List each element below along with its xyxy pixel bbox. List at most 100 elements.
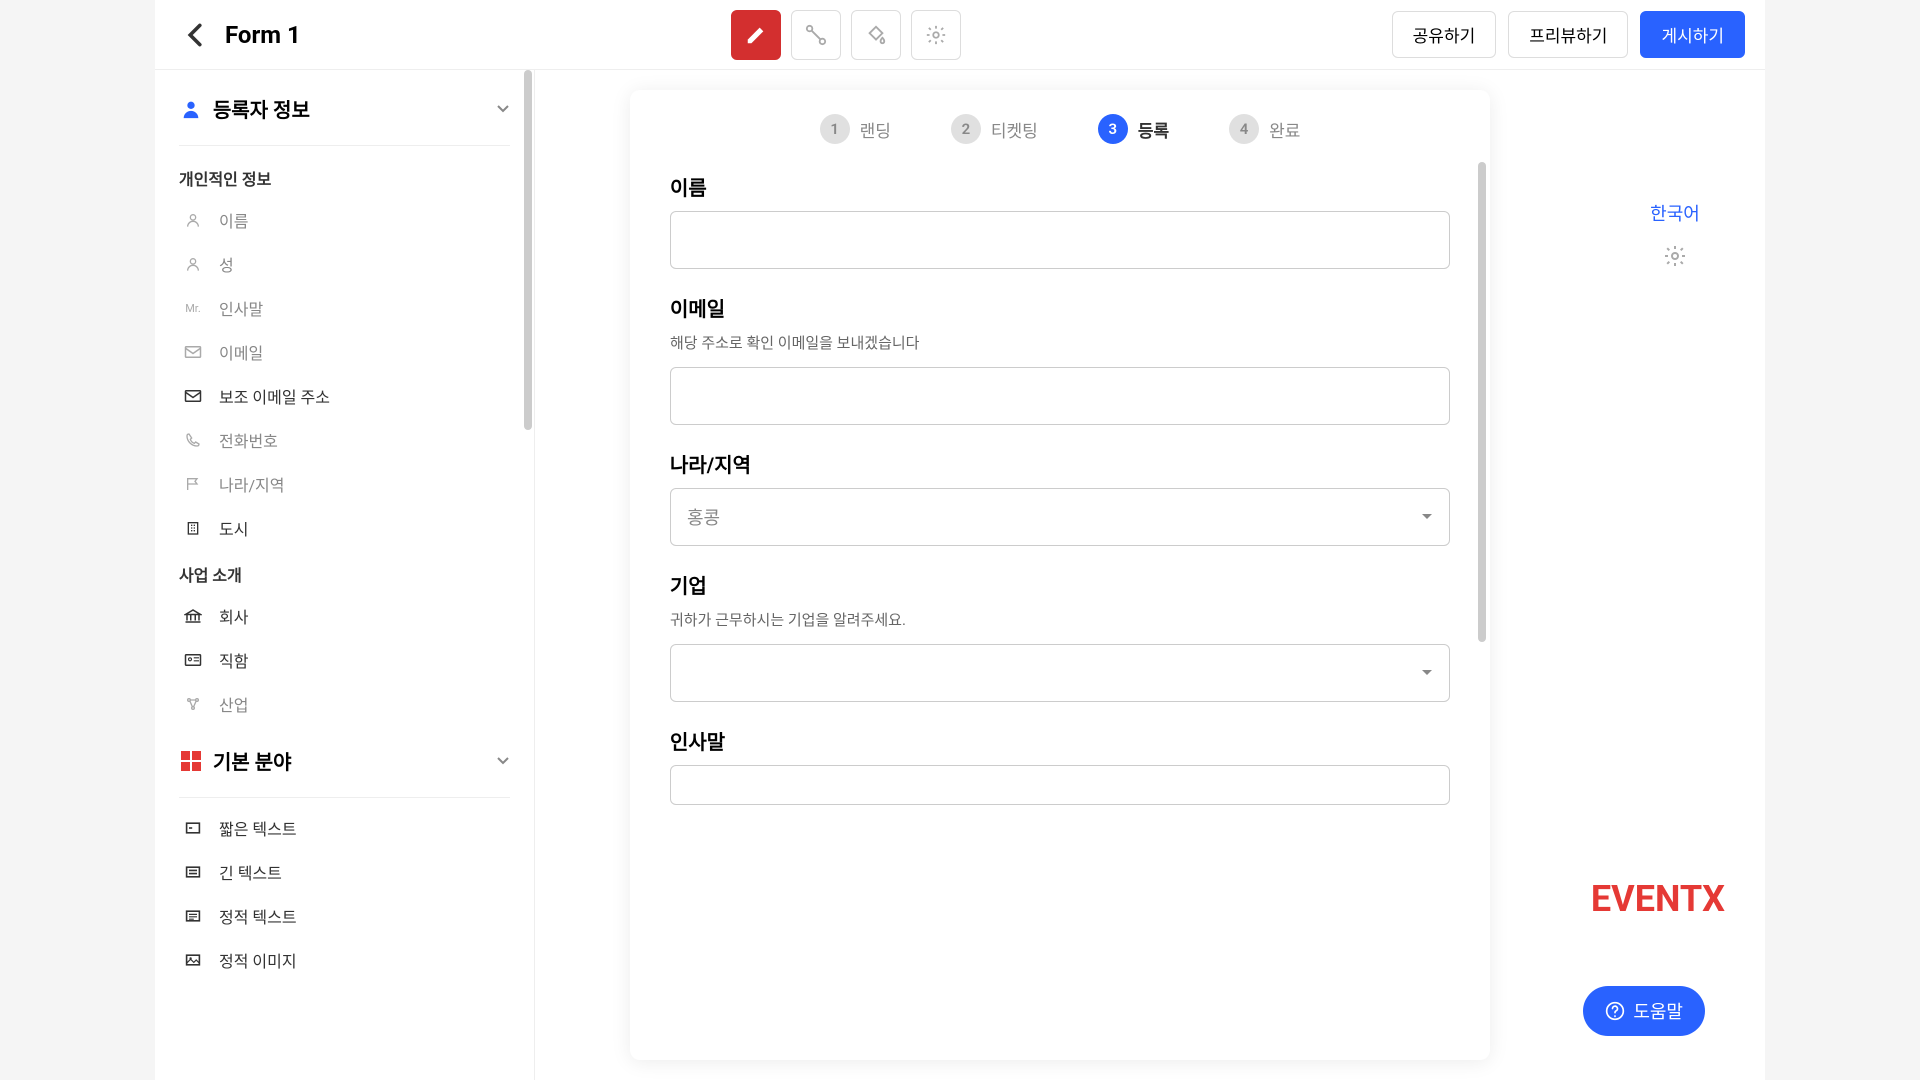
tool-settings-button[interactable] [911,10,961,60]
step-landing[interactable]: 1 랜딩 [820,114,891,144]
salutation-label: 인사말 [670,726,1450,755]
phone-icon [179,432,207,448]
sidebar-item-long-text[interactable]: 긴 텍스트 [155,850,534,894]
field-label: 보조 이메일 주소 [219,384,330,408]
static-text-icon [179,909,207,923]
long-text-icon [179,865,207,879]
person-outline-icon [179,256,207,272]
help-button[interactable]: 도움말 [1583,986,1705,1036]
step-label: 랜딩 [860,117,891,142]
step-ticketing[interactable]: 2 티켓팅 [951,114,1038,144]
step-label: 등록 [1138,117,1169,142]
email-label: 이메일 [670,293,1450,322]
name-label: 이름 [670,172,1450,201]
caret-down-icon [1421,669,1433,677]
header: Form 1 공유하기 프리뷰하기 게시하기 [155,0,1765,70]
sidebar-scrollbar[interactable] [524,70,532,430]
paint-icon [865,24,887,46]
publish-button[interactable]: 게시하기 [1640,11,1745,58]
sidebar-item-static-text[interactable]: 정적 텍스트 [155,894,534,938]
building-icon [179,520,207,536]
share-button[interactable]: 공유하기 [1392,11,1497,58]
field-label: 성 [219,252,234,276]
right-rail: 한국어 [1585,70,1765,1080]
sidebar-item-first-name[interactable]: 이름 [155,198,534,242]
sidebar-item-salutation[interactable]: Mr. 인사말 [155,286,534,330]
help-label: 도움말 [1633,998,1683,1024]
sidebar-item-static-image[interactable]: 정적 이미지 [155,938,534,982]
field-group-email: 이메일 해당 주소로 확인 이메일을 보내겠습니다 [670,293,1450,425]
field-label: 이름 [219,208,248,232]
field-group-company: 기업 귀하가 근무하시는 기업을 알려주세요. [670,570,1450,702]
tool-flow-button[interactable] [791,10,841,60]
sidebar-item-phone[interactable]: 전화번호 [155,418,534,462]
sidebar-item-secondary-email[interactable]: 보조 이메일 주소 [155,374,534,418]
caret-down-icon [1421,513,1433,521]
tool-edit-button[interactable] [731,10,781,60]
email-help: 해당 주소로 확인 이메일을 보내겠습니다 [670,332,1450,353]
flag-icon [179,476,207,492]
step-number: 2 [951,114,981,144]
name-input[interactable] [670,211,1450,269]
field-label: 나라/지역 [219,472,284,496]
sidebar-item-short-text[interactable]: 짧은 텍스트 [155,806,534,850]
section-title: 기본 분야 [213,746,496,775]
field-group-name: 이름 [670,172,1450,269]
company-select[interactable] [670,644,1450,702]
email-input[interactable] [670,367,1450,425]
header-actions: 공유하기 프리뷰하기 게시하기 [1392,11,1745,58]
gear-icon [925,24,947,46]
preview-button[interactable]: 프리뷰하기 [1508,11,1628,58]
sidebar-item-title[interactable]: 직함 [155,638,534,682]
help-icon [1605,1001,1625,1021]
grid-icon [179,749,203,773]
field-label: 정적 텍스트 [219,904,297,928]
field-label: 직함 [219,648,248,672]
person-icon [179,97,203,121]
sidebar-item-industry[interactable]: 산업 [155,682,534,726]
field-label: 긴 텍스트 [219,860,282,884]
main-area: 1 랜딩 2 티켓팅 3 등록 4 완료 [535,70,1585,1080]
sidebar-section-registrant[interactable]: 등록자 정보 [155,80,534,137]
back-button[interactable] [175,15,215,55]
id-card-icon [179,653,207,667]
chevron-down-icon [496,104,510,114]
form-scrollbar[interactable] [1478,162,1486,642]
step-number: 3 [1098,114,1128,144]
sidebar-item-city[interactable]: 도시 [155,506,534,550]
sidebar-item-country[interactable]: 나라/지역 [155,462,534,506]
field-label: 도시 [219,516,248,540]
field-label: 인사말 [219,296,263,320]
page-title: Form 1 [225,21,301,49]
mail-icon [179,345,207,359]
pencil-icon [745,24,767,46]
step-number: 4 [1229,114,1259,144]
sidebar-section-basic-fields[interactable]: 기본 분야 [155,732,534,789]
flow-icon [805,24,827,46]
tool-theme-button[interactable] [851,10,901,60]
country-select[interactable]: 홍콩 [670,488,1450,546]
toolbar [301,10,1392,60]
country-value: 홍콩 [687,504,720,530]
step-complete[interactable]: 4 완료 [1229,114,1300,144]
form-content: 이름 이메일 해당 주소로 확인 이메일을 보내겠습니다 나라/지역 홍콩 [630,162,1490,1060]
field-label: 산업 [219,692,248,716]
step-label: 완료 [1269,117,1300,142]
divider [179,145,510,146]
gear-icon [1663,244,1687,268]
person-outline-icon [179,212,207,228]
image-icon [179,953,207,967]
chevron-down-icon [496,756,510,766]
step-register[interactable]: 3 등록 [1098,114,1169,144]
brand-logo: EVENTX [1591,878,1725,920]
sidebar-item-last-name[interactable]: 성 [155,242,534,286]
step-label: 티켓팅 [991,117,1038,142]
rail-settings-button[interactable] [1605,244,1745,268]
stepper: 1 랜딩 2 티켓팅 3 등록 4 완료 [630,90,1490,162]
language-selector[interactable]: 한국어 [1605,200,1745,226]
sidebar-item-email[interactable]: 이메일 [155,330,534,374]
field-label: 전화번호 [219,428,278,452]
sidebar-item-company[interactable]: 회사 [155,594,534,638]
salutation-input[interactable] [670,765,1450,805]
network-icon [179,696,207,712]
